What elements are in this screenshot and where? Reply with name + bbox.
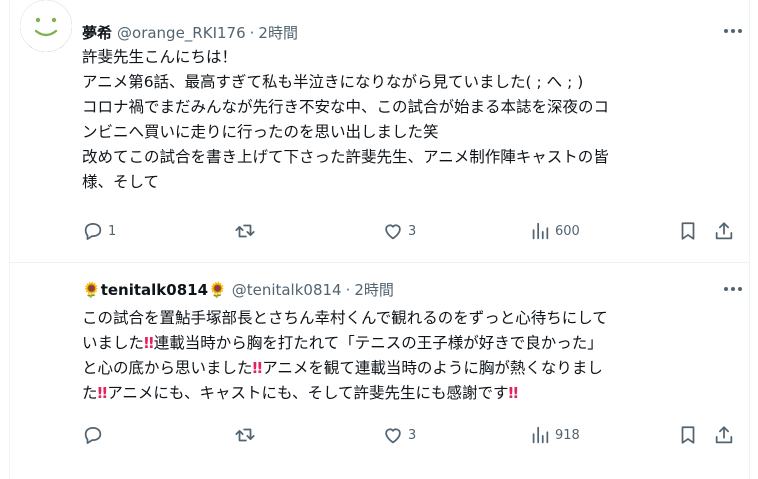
user-handle[interactable]: @orange_RKI176 bbox=[117, 24, 246, 42]
views-count: 600 bbox=[555, 223, 580, 239]
tweet-text-line: と心の底から思いました‼アニメを観て連載当時のように胸が熱くなりまし bbox=[82, 356, 742, 381]
bookmark-button[interactable] bbox=[677, 424, 699, 446]
double-exclamation-icon: ‼ bbox=[252, 359, 263, 377]
bookmark-icon bbox=[681, 426, 695, 444]
separator-dot: · bbox=[345, 280, 351, 299]
tweet-text-line: いました‼連載当時から胸を打たれて「テニスの王子様が好きで良かった」 bbox=[82, 331, 742, 356]
timeline-right-border bbox=[749, 0, 750, 479]
text-segment: 連載当時から胸を打たれて「テニスの王子様が好きで良かった」 bbox=[153, 334, 603, 352]
timestamp[interactable]: 2時間 bbox=[354, 279, 394, 300]
avatar[interactable] bbox=[20, 0, 72, 52]
tweet-text-line: ンビニへ買いに走りに行ったのを思い出しました笑 bbox=[82, 123, 439, 141]
tweet-actions: 1 3 600 bbox=[82, 220, 742, 244]
reply-button[interactable]: 1 bbox=[82, 220, 116, 242]
tweet-text: 許斐先生こんにちは！ アニメ第6話、最高すぎて私も半泣きになりながら見ていました… bbox=[82, 45, 742, 195]
like-count: 3 bbox=[408, 427, 417, 443]
user-handle[interactable]: @tenitalk0814 bbox=[232, 281, 342, 299]
share-button[interactable] bbox=[713, 424, 735, 446]
display-name[interactable]: tenitalk0814 bbox=[101, 281, 208, 299]
like-button[interactable]: 3 bbox=[382, 424, 416, 446]
text-segment: この試合を置鮎手塚部長とさちん幸村くんで観れるのをずっと心待ちにして bbox=[82, 309, 608, 327]
sunflower-icon: 🌻 bbox=[82, 280, 101, 299]
share-button[interactable] bbox=[713, 220, 735, 242]
retweet-icon bbox=[235, 224, 255, 238]
tweet-text-line: 許斐先生こんにちは！ bbox=[82, 48, 238, 66]
retweet-button[interactable] bbox=[234, 220, 260, 242]
smiley-avatar-icon bbox=[34, 17, 58, 37]
timestamp[interactable]: 2時間 bbox=[258, 22, 298, 43]
display-name[interactable]: 夢希 bbox=[82, 22, 112, 43]
views-icon bbox=[532, 426, 549, 444]
more-options-icon[interactable] bbox=[722, 282, 744, 296]
reply-button[interactable] bbox=[82, 424, 108, 446]
tweet-text-line: アニメ第6話、最高すぎて私も半泣きになりながら見ていました( ; へ ; ) bbox=[82, 73, 584, 91]
text-segment: アニメにも、キャストにも、そして許斐先生にも感謝です bbox=[107, 384, 509, 402]
bookmark-icon bbox=[681, 222, 695, 240]
reply-icon bbox=[84, 222, 102, 240]
sunflower-icon: 🌻 bbox=[208, 280, 227, 299]
views-count: 918 bbox=[555, 427, 580, 443]
tweet-text-line: 改めてこの試合を書き上げて下さった許斐先生、アニメ制作陣キャストの皆 bbox=[82, 148, 609, 166]
views-button[interactable]: 918 bbox=[529, 424, 580, 446]
views-icon bbox=[532, 222, 549, 240]
reply-icon bbox=[84, 426, 102, 444]
share-icon bbox=[715, 426, 733, 444]
tweet-header: 夢希 @orange_RKI176 · 2時間 bbox=[82, 22, 298, 43]
text-segment: と心の底から思いました bbox=[82, 359, 253, 377]
more-options-icon[interactable] bbox=[722, 24, 744, 38]
double-exclamation-icon: ‼ bbox=[508, 384, 519, 402]
heart-icon bbox=[385, 224, 401, 240]
text-segment: た bbox=[82, 384, 98, 402]
text-segment: アニメを観て連載当時のように胸が熱くなりまし bbox=[262, 359, 603, 377]
retweet-button[interactable] bbox=[234, 424, 260, 446]
like-count: 3 bbox=[408, 223, 417, 239]
tweet-header: 🌻 tenitalk0814 🌻 @tenitalk0814 · 2時間 bbox=[82, 279, 394, 300]
tweet-text-line: コロナ禍でまだみんなが先行き不安な中、この試合が始まる本誌を深夜のコ bbox=[82, 98, 610, 116]
tweet-text-line: た‼アニメにも、キャストにも、そして許斐先生にも感謝です‼ bbox=[82, 381, 742, 406]
double-exclamation-icon: ‼ bbox=[97, 384, 108, 402]
share-icon bbox=[715, 222, 733, 240]
tweet-text-line: 様、そして bbox=[82, 173, 160, 191]
tweet-text: この試合を置鮎手塚部長とさちん幸村くんで観れるのをずっと心待ちにして いました‼… bbox=[82, 306, 742, 406]
reply-count: 1 bbox=[108, 223, 117, 239]
tweet-text-line: この試合を置鮎手塚部長とさちん幸村くんで観れるのをずっと心待ちにして bbox=[82, 306, 742, 331]
heart-icon bbox=[385, 428, 401, 444]
retweet-icon bbox=[235, 428, 255, 442]
separator-dot: · bbox=[249, 23, 255, 42]
like-button[interactable]: 3 bbox=[382, 220, 416, 242]
views-button[interactable]: 600 bbox=[529, 220, 580, 242]
text-segment: いました bbox=[82, 334, 145, 352]
tweet-actions: 3 918 bbox=[82, 424, 742, 448]
bookmark-button[interactable] bbox=[677, 220, 699, 242]
double-exclamation-icon: ‼ bbox=[144, 334, 154, 352]
